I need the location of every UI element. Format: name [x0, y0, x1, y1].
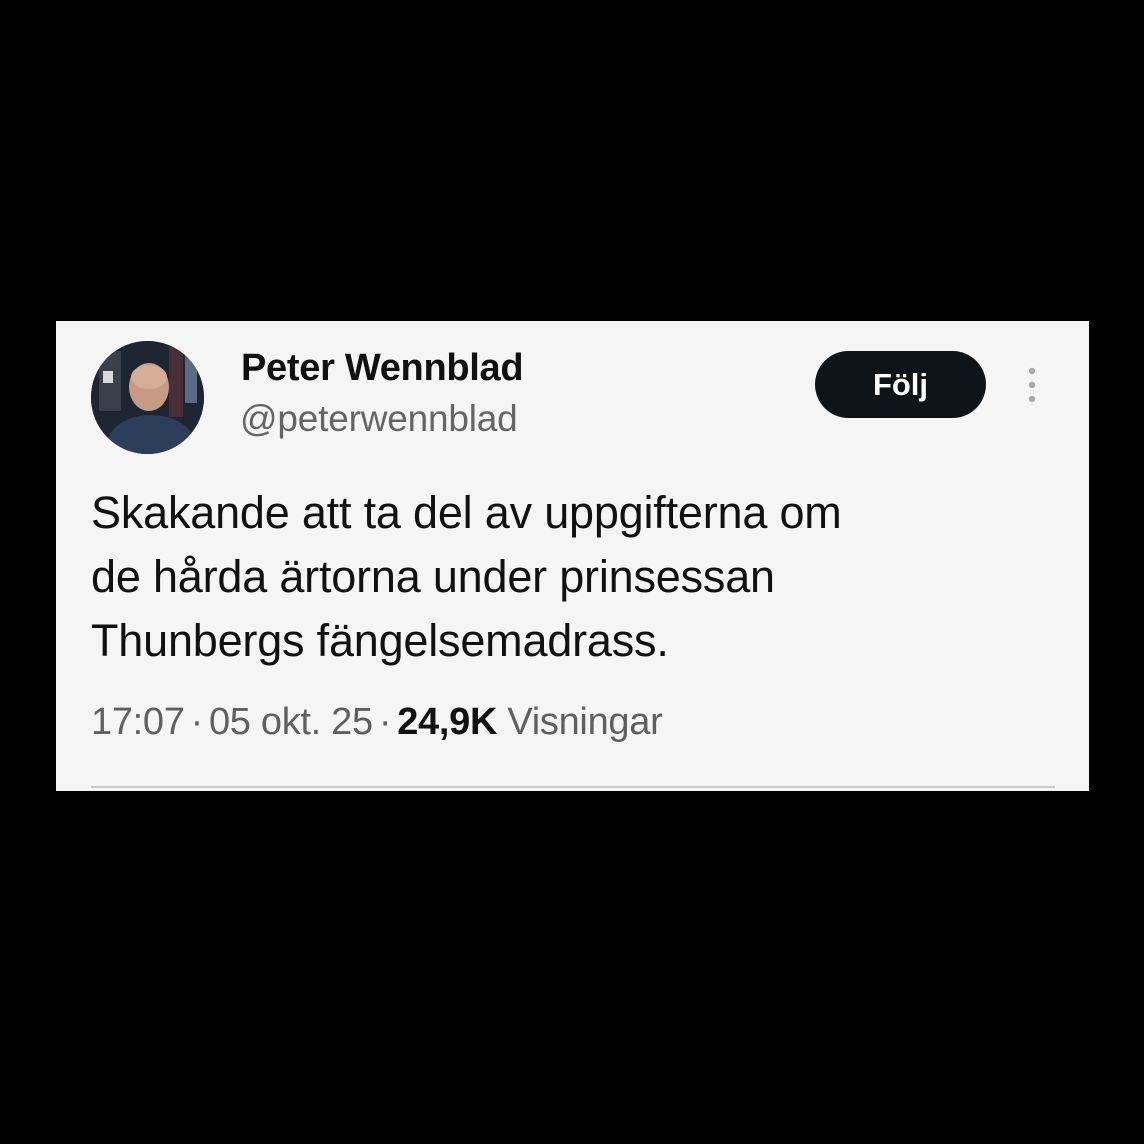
tweet-text-line: de hårda ärtorna under prinsessan [91, 551, 775, 602]
more-options-button[interactable] [1020, 365, 1044, 405]
author-display-name[interactable]: Peter Wennblad [241, 347, 524, 390]
views-count: 24,9K [397, 701, 498, 743]
follow-button[interactable]: Följ [815, 351, 986, 418]
more-vertical-icon [1028, 367, 1036, 403]
tweet-text-line: Skakande att ta del av uppgifterna om [91, 487, 842, 538]
views-label: Visningar [507, 701, 663, 743]
divider [91, 786, 1055, 788]
author-handle[interactable]: @peterwennblad [240, 398, 518, 440]
avatar-photo [91, 341, 204, 454]
tweet-text-line: Thunbergs fängelsemadrass. [91, 615, 669, 666]
avatar[interactable] [91, 341, 204, 454]
tweet-meta: 17:07 · 05 okt. 25 · 24,9K Visningar [91, 701, 663, 744]
tweet-time[interactable]: 17:07 [91, 701, 185, 743]
tweet-text: Skakande att ta del av uppgifterna om de… [91, 481, 1011, 673]
tweet-date[interactable]: 05 okt. 25 [209, 701, 373, 743]
meta-separator: · [190, 701, 204, 743]
meta-separator: · [378, 701, 392, 743]
tweet-card: Peter Wennblad @peterwennblad Följ Skaka… [56, 321, 1089, 791]
